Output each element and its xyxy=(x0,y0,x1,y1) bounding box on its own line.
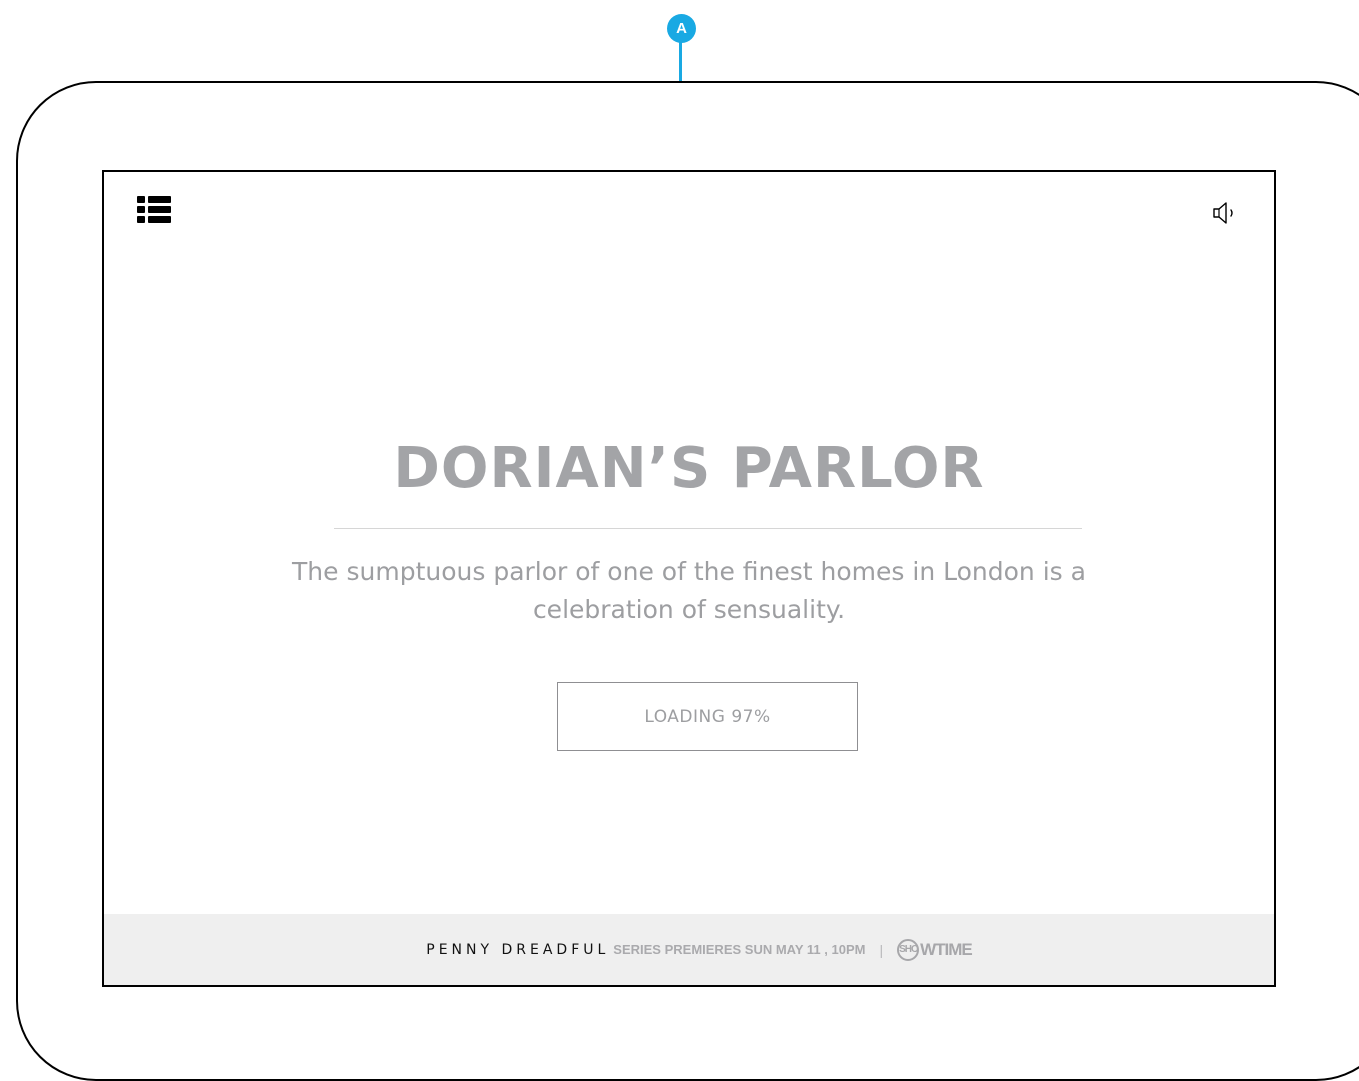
menu-button[interactable] xyxy=(137,196,171,224)
premiere-text: SERIES PREMIERES SUN MAY 11 , 10PM xyxy=(613,942,866,957)
footer-separator: | xyxy=(879,941,884,958)
app-screen: DORIAN’S PARLOR The sumptuous parlor of … xyxy=(102,170,1276,987)
speaker-icon xyxy=(1213,202,1233,224)
callout-badge-a: A xyxy=(667,14,696,43)
title-divider xyxy=(334,528,1082,529)
loading-label: LOADING 97% xyxy=(644,706,771,727)
list-icon xyxy=(137,196,171,223)
footer-content: PENNY DREADFUL SERIES PREMIERES SUN MAY … xyxy=(426,938,973,961)
sound-button[interactable] xyxy=(1212,201,1240,225)
location-description: The sumptuous parlor of one of the fines… xyxy=(292,557,1086,624)
footer-banner[interactable]: PENNY DREADFUL SERIES PREMIERES SUN MAY … xyxy=(104,914,1274,985)
network-logo-text: WTIME xyxy=(920,939,973,959)
location-title: DORIAN’S PARLOR xyxy=(393,436,985,501)
loading-indicator: LOADING 97% xyxy=(557,682,858,751)
show-title: PENNY DREADFUL xyxy=(426,941,610,958)
network-logo-badge: SHO xyxy=(897,938,920,961)
network-logo: SHO WTIME xyxy=(897,938,973,961)
